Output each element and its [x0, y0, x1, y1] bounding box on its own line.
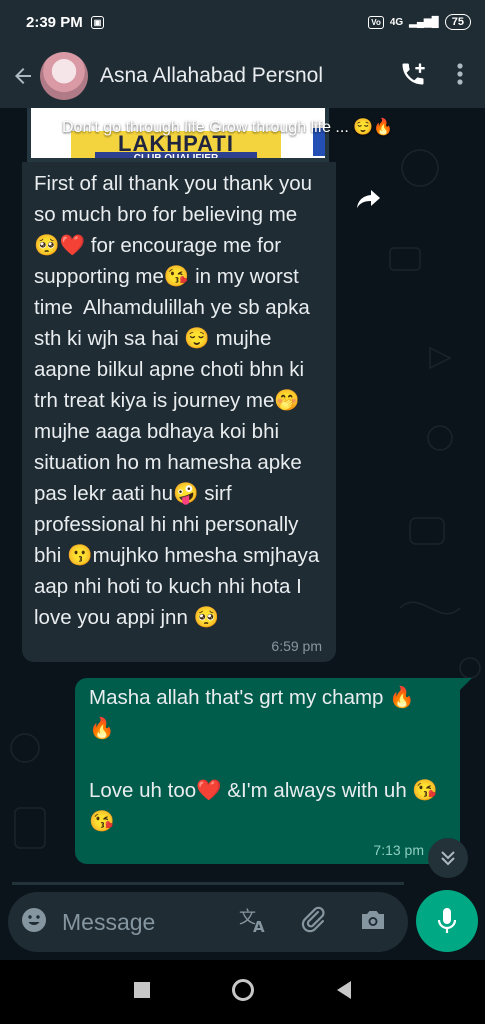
double-chevron-down-icon: [441, 851, 455, 866]
composer-divider: [12, 882, 404, 885]
more-vert-icon[interactable]: [457, 62, 463, 91]
signal-icon: ▂▄▆█: [409, 16, 439, 28]
svg-text:A: A: [253, 918, 265, 934]
header-actions: [399, 60, 463, 93]
composer-icons: 文A: [238, 905, 388, 940]
incoming-message-text: First of all thank you thank you so much…: [34, 172, 326, 629]
outgoing-message[interactable]: Masha allah that's grt my champ 🔥 🔥 Love…: [75, 678, 460, 864]
mic-icon: [437, 908, 457, 933]
outgoing-bubble-tail: [460, 678, 472, 690]
contact-name[interactable]: Asna Allahabad Persnol: [100, 64, 399, 88]
chat-header: Asna Allahabad Persnol: [0, 44, 485, 108]
scroll-to-bottom-button[interactable]: [428, 838, 468, 878]
mic-button[interactable]: [416, 890, 478, 952]
forward-icon[interactable]: [356, 188, 382, 210]
status-right: Vo 4G ▂▄▆█ 75: [368, 14, 471, 30]
message-composer: Message 文A: [0, 882, 485, 960]
add-call-icon[interactable]: [399, 60, 427, 93]
network-type: 4G: [389, 16, 404, 28]
battery-level: 75: [444, 14, 471, 30]
camera-icon[interactable]: [358, 906, 388, 939]
incoming-message[interactable]: First of all thank you thank you so much…: [22, 162, 336, 662]
status-left: 2:39 PM ▣: [26, 13, 105, 31]
message-input-pill[interactable]: Message 文A: [8, 892, 408, 952]
volte-icon: Vo: [368, 15, 384, 29]
back-arrow-icon[interactable]: [6, 64, 40, 88]
outgoing-message-text: Masha allah that's grt my champ 🔥 🔥 Love…: [89, 686, 438, 833]
chat-area[interactable]: LAKHPATI CLUB QUALIFIER Don't go through…: [0, 108, 485, 888]
notification-icon: ▣: [90, 15, 105, 29]
translate-icon[interactable]: 文A: [238, 906, 268, 939]
message-input[interactable]: Message: [62, 909, 238, 936]
home-icon[interactable]: [231, 978, 255, 1007]
recents-icon[interactable]: [133, 981, 151, 1004]
status-bar: 2:39 PM ▣ Vo 4G ▂▄▆█ 75: [0, 0, 485, 44]
system-navigation-bar: [0, 960, 485, 1024]
incoming-message-time: 6:59 pm: [271, 638, 322, 654]
image-caption: Don't go through life Grow through life …: [62, 119, 394, 136]
status-time: 2:39 PM: [26, 13, 83, 31]
back-nav-icon[interactable]: [335, 980, 353, 1005]
image-subtitle: CLUB QUALIFIER: [95, 152, 257, 158]
attach-icon[interactable]: [298, 905, 328, 940]
emoji-icon[interactable]: [20, 906, 48, 939]
contact-avatar[interactable]: [40, 52, 88, 100]
outgoing-message-time: 7:13 pm: [373, 842, 424, 858]
